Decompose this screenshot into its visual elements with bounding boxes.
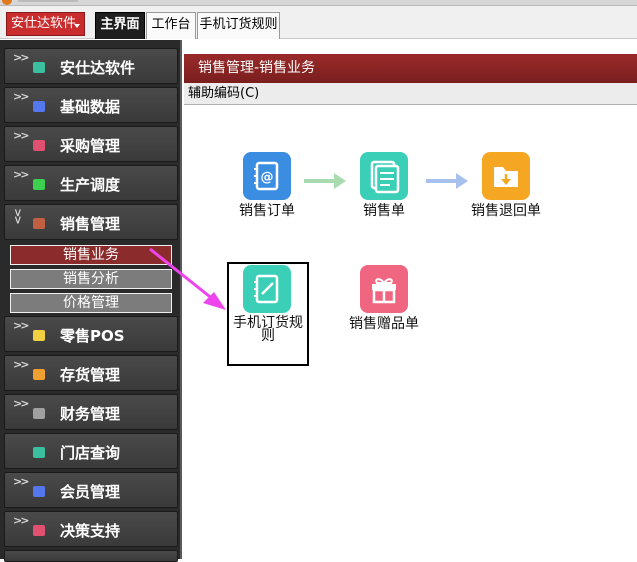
submenu-price-management[interactable]: 价格管理 [10,293,172,313]
sidebar-item-store-query[interactable]: 门店查询 [4,433,178,469]
expand-chevron-icon: >> [13,51,30,64]
sidebar-item-basic-data[interactable]: >> 基础数据 [4,87,178,123]
notebook-edit-icon [243,265,291,313]
tab-workbench[interactable]: 工作台 [146,12,196,39]
sidebar-item-more[interactable] [4,550,178,562]
sidebar-item-production[interactable]: >> 生产调度 [4,165,178,201]
folder-download-icon [482,152,530,200]
flow-arrow-icon [426,173,468,189]
sidebar-item-members[interactable]: >> 会员管理 [4,472,178,508]
module-label: 销售赠品单 [349,316,419,332]
orange-cube-icon [33,369,45,380]
sidebar-item-label: 销售管理 [60,215,121,233]
sidebar-item-label: 零售POS [60,327,125,345]
expand-chevron-icon: >> [13,90,30,103]
submenu-sales-business[interactable]: 销售业务 [10,245,172,265]
expand-chevron-icon: >> [13,168,30,181]
helper-code-label: 辅助编码(C) [188,86,260,101]
sidebar-item-finance[interactable]: >> 财务管理 [4,394,178,430]
sidebar-item-label: 基础数据 [60,98,121,116]
module-sales-invoice[interactable]: 销售单 [352,152,416,222]
sidebar-item-label: 生产调度 [60,176,121,194]
app-menu-label: 安仕达软件 [11,16,77,31]
expand-chevron-icon: >> [13,475,30,488]
sidebar-item-label: 财务管理 [60,405,121,423]
expand-chevron-icon: >> [13,397,30,410]
sidebar-item-label: 门店查询 [60,444,121,462]
sidebar-item-inventory[interactable]: >> 存货管理 [4,355,178,391]
gray-cube-icon [33,408,45,419]
main-panel: 销售管理-销售业务 辅助编码(C) @ 销售订单 销售单 销售退回单 手机订货规… [184,40,637,559]
dropdown-caret-icon [74,24,80,28]
module-label: 销售订单 [239,203,295,219]
collapse-chevron-icon: >> [11,208,25,223]
green-cube-icon [33,179,45,190]
document-icon [360,152,408,200]
app-menu-button[interactable]: 安仕达软件 [6,12,85,36]
red-cube-icon [33,525,45,536]
helper-code-bar[interactable]: 辅助编码(C) [184,83,637,105]
tab-mobile-order-rules[interactable]: 手机订货规则 [197,12,280,39]
flow-arrow-icon [304,173,346,189]
sidebar-item-decision-support[interactable]: >> 决策支持 [4,511,178,547]
module-sales-order[interactable]: @ 销售订单 [234,152,300,222]
module-mobile-order-rules[interactable]: 手机订货规则 [230,265,306,345]
expand-chevron-icon: >> [13,358,30,371]
sidebar-item-retail-pos[interactable]: >> 零售POS [4,316,178,352]
module-label: 销售退回单 [471,203,541,219]
svg-text:@: @ [261,170,274,185]
tab-home[interactable]: 主界面 [95,12,145,39]
brown-cube-icon [33,218,45,229]
blue-cube-icon [33,486,45,497]
top-toolbar: 安仕达软件 主界面 工作台 手机订货规则 [0,6,637,39]
sidebar: >> 安仕达软件 >> 基础数据 >> 采购管理 >> 生产调度 >> 销售管理… [0,40,182,562]
expand-chevron-icon: >> [13,129,30,142]
sidebar-item-label: 决策支持 [60,522,121,540]
blue-cube-icon [33,101,45,112]
red-cube-icon [33,140,45,151]
sidebar-item-anshida[interactable]: >> 安仕达软件 [4,48,178,84]
gift-icon [360,265,408,313]
expand-chevron-icon: >> [13,514,30,527]
module-label: 销售单 [363,203,405,219]
contact-book-icon: @ [243,152,291,200]
sidebar-item-label: 会员管理 [60,483,121,501]
app-logo-icon [2,0,12,5]
module-sales-gift[interactable]: 销售赠品单 [348,265,420,335]
module-label: 手机订货规则 [233,315,303,344]
sidebar-item-label: 采购管理 [60,137,121,155]
expand-chevron-icon: >> [13,319,30,332]
sidebar-item-label: 安仕达软件 [60,59,136,77]
teal-cube-icon [33,447,45,458]
teal-cube-icon [33,62,45,73]
sidebar-item-label: 存货管理 [60,366,121,384]
module-sales-return[interactable]: 销售退回单 [468,152,544,222]
page-title: 销售管理-销售业务 [184,54,637,83]
yellow-cube-icon [33,330,45,341]
submenu-sales-analysis[interactable]: 销售分析 [10,269,172,289]
sidebar-item-sales[interactable]: >> 销售管理 [4,204,178,240]
sidebar-item-purchasing[interactable]: >> 采购管理 [4,126,178,162]
window-title-fragment [18,0,78,2]
